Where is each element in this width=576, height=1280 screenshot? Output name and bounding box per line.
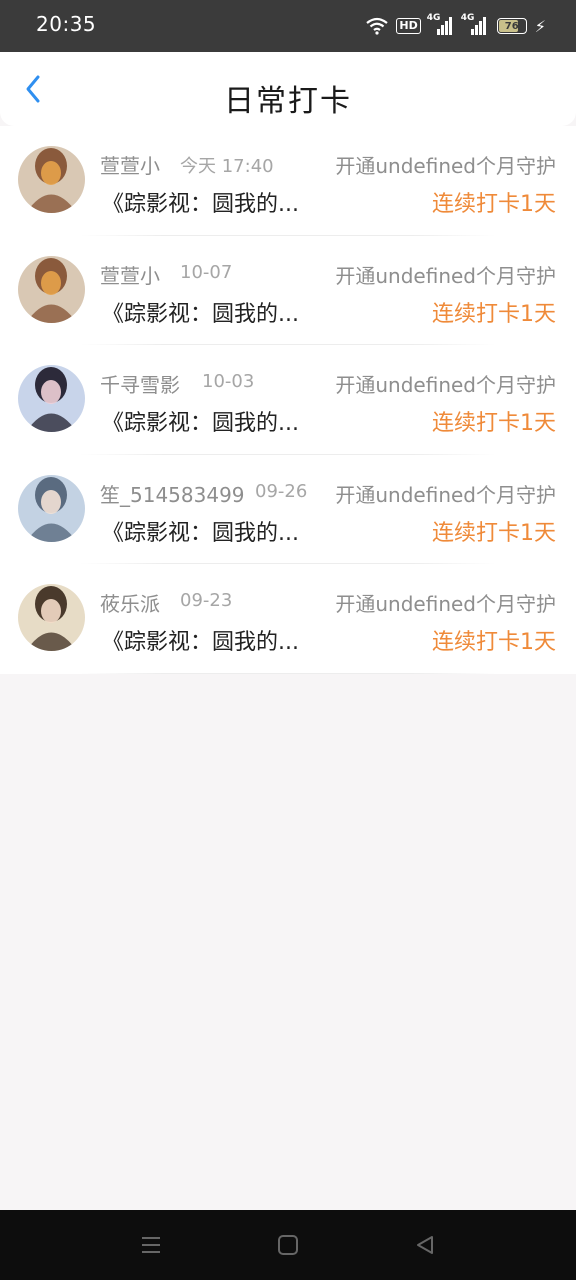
streak-label: 连续打卡1天	[432, 192, 556, 217]
back-triangle-icon	[417, 1236, 433, 1254]
avatar[interactable]	[18, 365, 85, 432]
status-time: 20:35	[36, 12, 97, 36]
battery-icon: 76	[496, 18, 527, 34]
checkin-content[interactable]: 《踪影视：圆我的...	[102, 186, 299, 218]
home-square-icon	[278, 1235, 298, 1255]
streak-label: 连续打卡1天	[432, 520, 556, 546]
charging-icon: ⚡	[534, 16, 546, 36]
subscription-text: 开通undefined个月守护	[335, 263, 556, 288]
checkin-row[interactable]: 萱萱小 今天 17:40 开通undefined个月守护 《踪影视：圆我的...…	[0, 126, 576, 236]
checkin-date: 09-23	[180, 590, 233, 611]
signal-1-icon: 4G	[427, 13, 455, 35]
subscription-text: 开通undefined个月守护	[335, 154, 556, 178]
streak-label: 连续打卡1天	[432, 301, 556, 327]
status-bar: 20:35 HD 4G 4G 76 ⚡	[0, 0, 576, 52]
checkin-date: 09-26	[255, 480, 308, 502]
checkin-content[interactable]: 《踪影视：圆我的...	[102, 405, 299, 437]
menu-button[interactable]	[136, 1232, 166, 1258]
home-button[interactable]	[273, 1232, 303, 1258]
avatar[interactable]	[18, 146, 85, 213]
checkin-content[interactable]: 《踪影视：圆我的...	[102, 515, 299, 547]
username[interactable]: 笙_514583499	[100, 479, 245, 508]
subscription-text: 开通undefined个月守护	[335, 482, 556, 507]
checkin-row[interactable]: 千寻雪影 10-03 开通undefined个月守护 《踪影视：圆我的... 连…	[0, 345, 576, 455]
username[interactable]: 萱萱小	[100, 150, 160, 179]
wifi-icon	[366, 17, 389, 35]
subscription-text: 开通undefined个月守护	[335, 373, 556, 397]
username[interactable]: 千寻雪影	[100, 369, 180, 398]
checkin-date: 10-03	[202, 371, 255, 392]
row-divider	[80, 672, 496, 674]
checkin-list: 萱萱小 今天 17:40 开通undefined个月守护 《踪影视：圆我的...…	[0, 126, 576, 674]
checkin-row[interactable]: 萱萱小 10-07 开通undefined个月守护 《踪影视：圆我的... 连续…	[0, 236, 576, 345]
avatar[interactable]	[18, 255, 85, 323]
page-title: 日常打卡	[224, 84, 352, 119]
status-icons: HD 4G 4G 76 ⚡	[366, 13, 546, 38]
username[interactable]: 萱萱小	[100, 260, 160, 289]
checkin-content[interactable]: 《踪影视：圆我的...	[102, 296, 299, 328]
menu-icon	[142, 1237, 160, 1253]
username[interactable]: 莜乐派	[100, 588, 160, 617]
checkin-row[interactable]: 莜乐派 09-23 开通undefined个月守护 《踪影视：圆我的... 连续…	[0, 564, 576, 674]
checkin-row[interactable]: 笙_514583499 09-26 开通undefined个月守护 《踪影视：圆…	[0, 455, 576, 564]
checkin-content[interactable]: 《踪影视：圆我的...	[102, 624, 299, 656]
signal-2-icon: 4G	[461, 13, 489, 35]
back-nav-button[interactable]	[410, 1232, 440, 1258]
avatar[interactable]	[18, 474, 85, 542]
streak-label: 连续打卡1天	[432, 411, 556, 436]
hd-badge: HD	[396, 18, 421, 34]
checkin-date: 今天 17:40	[180, 156, 274, 177]
header-bar: 日常打卡	[0, 52, 576, 126]
subscription-text: 开通undefined个月守护	[335, 592, 556, 616]
avatar[interactable]	[18, 584, 85, 651]
system-nav-bar	[0, 1210, 576, 1280]
streak-label: 连续打卡1天	[432, 630, 556, 655]
checkin-date: 10-07	[180, 261, 233, 283]
